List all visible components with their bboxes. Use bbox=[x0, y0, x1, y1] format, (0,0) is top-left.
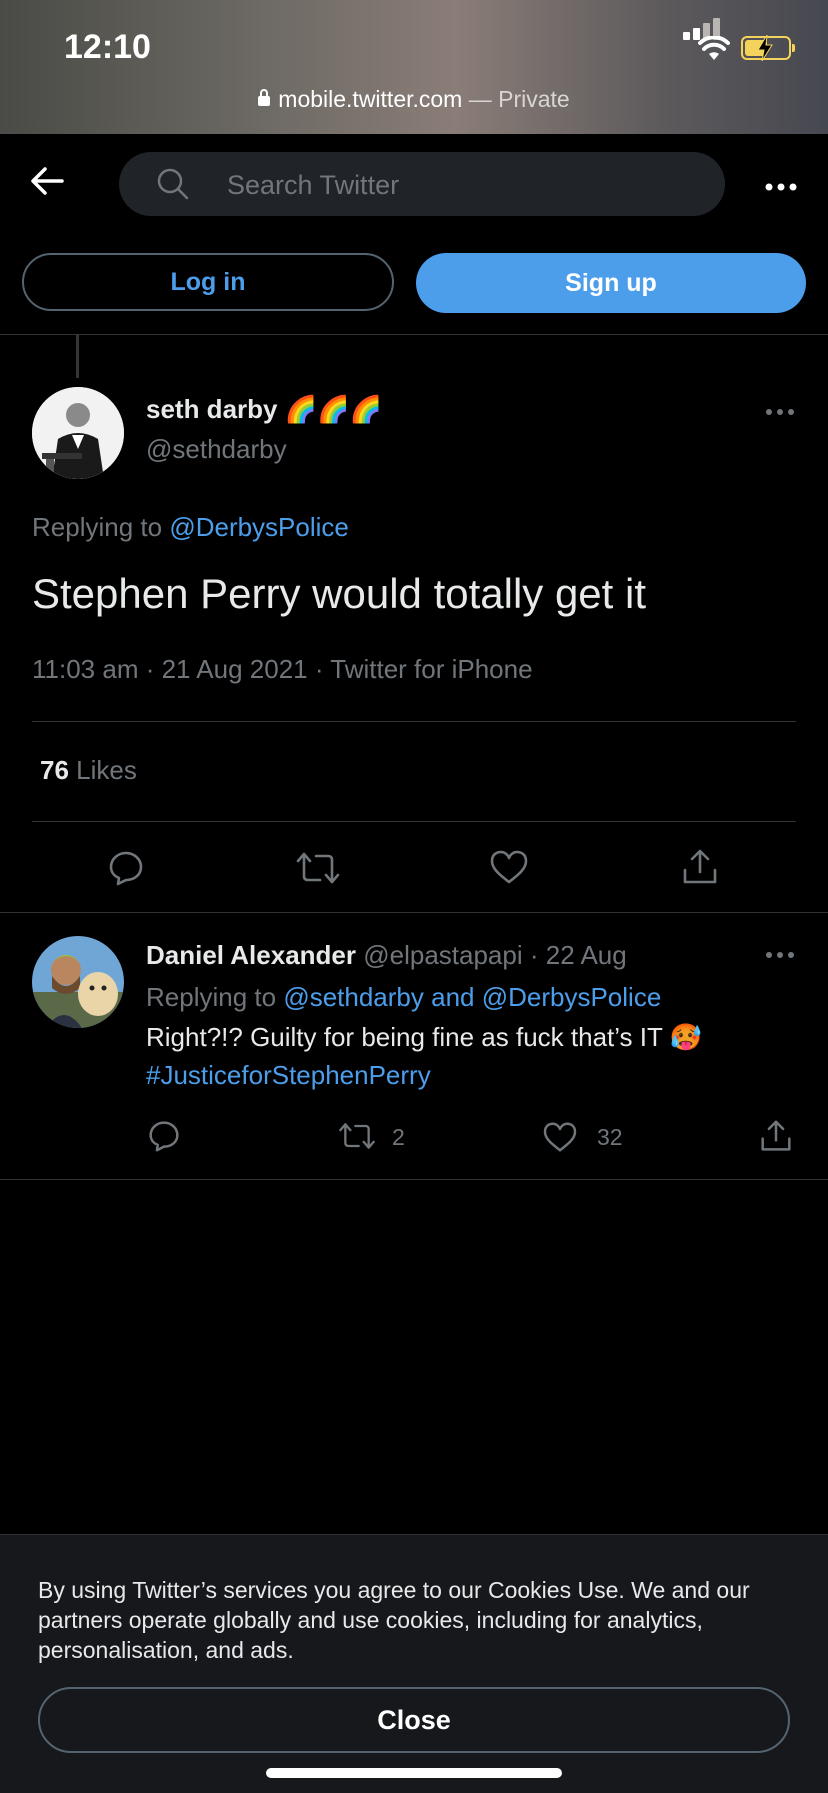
rainbow-emojis: 🌈🌈🌈 bbox=[284, 394, 382, 424]
reply-like-count: 32 bbox=[597, 1124, 623, 1150]
home-indicator[interactable] bbox=[266, 1768, 562, 1778]
meta-divider bbox=[32, 721, 796, 722]
private-label: — Private bbox=[462, 86, 570, 112]
likes-count[interactable]: 76 Likes bbox=[40, 755, 137, 786]
share-icon[interactable] bbox=[682, 848, 718, 886]
hot-face-emoji: 🥵 bbox=[669, 1022, 703, 1052]
signup-button[interactable]: Sign up bbox=[416, 253, 806, 313]
reply-icon[interactable] bbox=[108, 850, 144, 886]
hashtag-link[interactable]: #JusticeforStephenPerry bbox=[146, 1060, 431, 1091]
url-text: mobile.twitter.com bbox=[278, 86, 463, 112]
reply-replying-to-links[interactable]: @sethdarby and @DerbysPolice bbox=[283, 982, 661, 1012]
retweet-icon[interactable] bbox=[296, 850, 340, 886]
like-icon[interactable] bbox=[490, 850, 528, 884]
status-bar: 12:10 mobile.twitter.com — Private bbox=[0, 0, 828, 134]
cookie-text: By using Twitter’s services you agree to… bbox=[38, 1577, 750, 1663]
search-bar[interactable] bbox=[119, 152, 725, 218]
avatar-daniel-alexander[interactable] bbox=[32, 936, 124, 1028]
cookie-close-button[interactable]: Close bbox=[38, 1687, 790, 1753]
login-button[interactable]: Log in bbox=[22, 253, 394, 311]
reply-author[interactable]: Daniel Alexander @elpastapapi · 22 Aug bbox=[146, 940, 627, 971]
top-navigation: Log in Sign up bbox=[0, 134, 828, 364]
replying-to-link[interactable]: @DerbysPolice bbox=[169, 512, 349, 542]
main-tweet-divider bbox=[0, 912, 828, 913]
reply-more-icon[interactable] bbox=[766, 951, 794, 959]
cookie-banner: By using Twitter’s services you agree to… bbox=[0, 1534, 828, 1793]
search-input[interactable] bbox=[225, 152, 689, 218]
back-arrow-icon[interactable] bbox=[30, 166, 64, 196]
avatar-seth-darby[interactable] bbox=[32, 387, 124, 479]
tweet-text: Stephen Perry would totally get it bbox=[32, 570, 647, 617]
tweet-more-icon[interactable] bbox=[766, 408, 794, 416]
replying-to: Replying to @DerbysPolice bbox=[32, 512, 349, 542]
more-options-icon[interactable] bbox=[765, 182, 797, 192]
author-name[interactable]: seth darby 🌈🌈🌈 bbox=[146, 394, 382, 425]
reply-text: Right?!? Guilty for being fine as fuck t… bbox=[146, 1022, 703, 1052]
reply-share-icon[interactable] bbox=[760, 1119, 792, 1153]
reply-replying-to: Replying to @sethdarby and @DerbysPolice bbox=[146, 982, 662, 1012]
thread-connector-line bbox=[76, 334, 79, 378]
status-time: 12:10 bbox=[64, 28, 151, 66]
search-icon bbox=[157, 168, 189, 200]
address-bar[interactable]: mobile.twitter.com — Private bbox=[0, 86, 828, 113]
likes-divider bbox=[32, 821, 796, 822]
battery-charging-icon bbox=[741, 35, 795, 61]
reply-like-icon[interactable] bbox=[543, 1122, 577, 1152]
lock-icon bbox=[258, 89, 271, 106]
reply-retweet-icon[interactable] bbox=[338, 1121, 376, 1151]
reply-retweet-count: 2 bbox=[392, 1124, 405, 1150]
reply-divider bbox=[0, 1179, 828, 1180]
reply-reply-icon[interactable] bbox=[148, 1120, 180, 1152]
author-handle[interactable]: @sethdarby bbox=[146, 434, 287, 465]
wifi-icon bbox=[698, 36, 730, 60]
tweet-meta: 11:03 am · 21 Aug 2021 · Twitter for iPh… bbox=[32, 654, 533, 684]
header-divider bbox=[0, 334, 828, 335]
